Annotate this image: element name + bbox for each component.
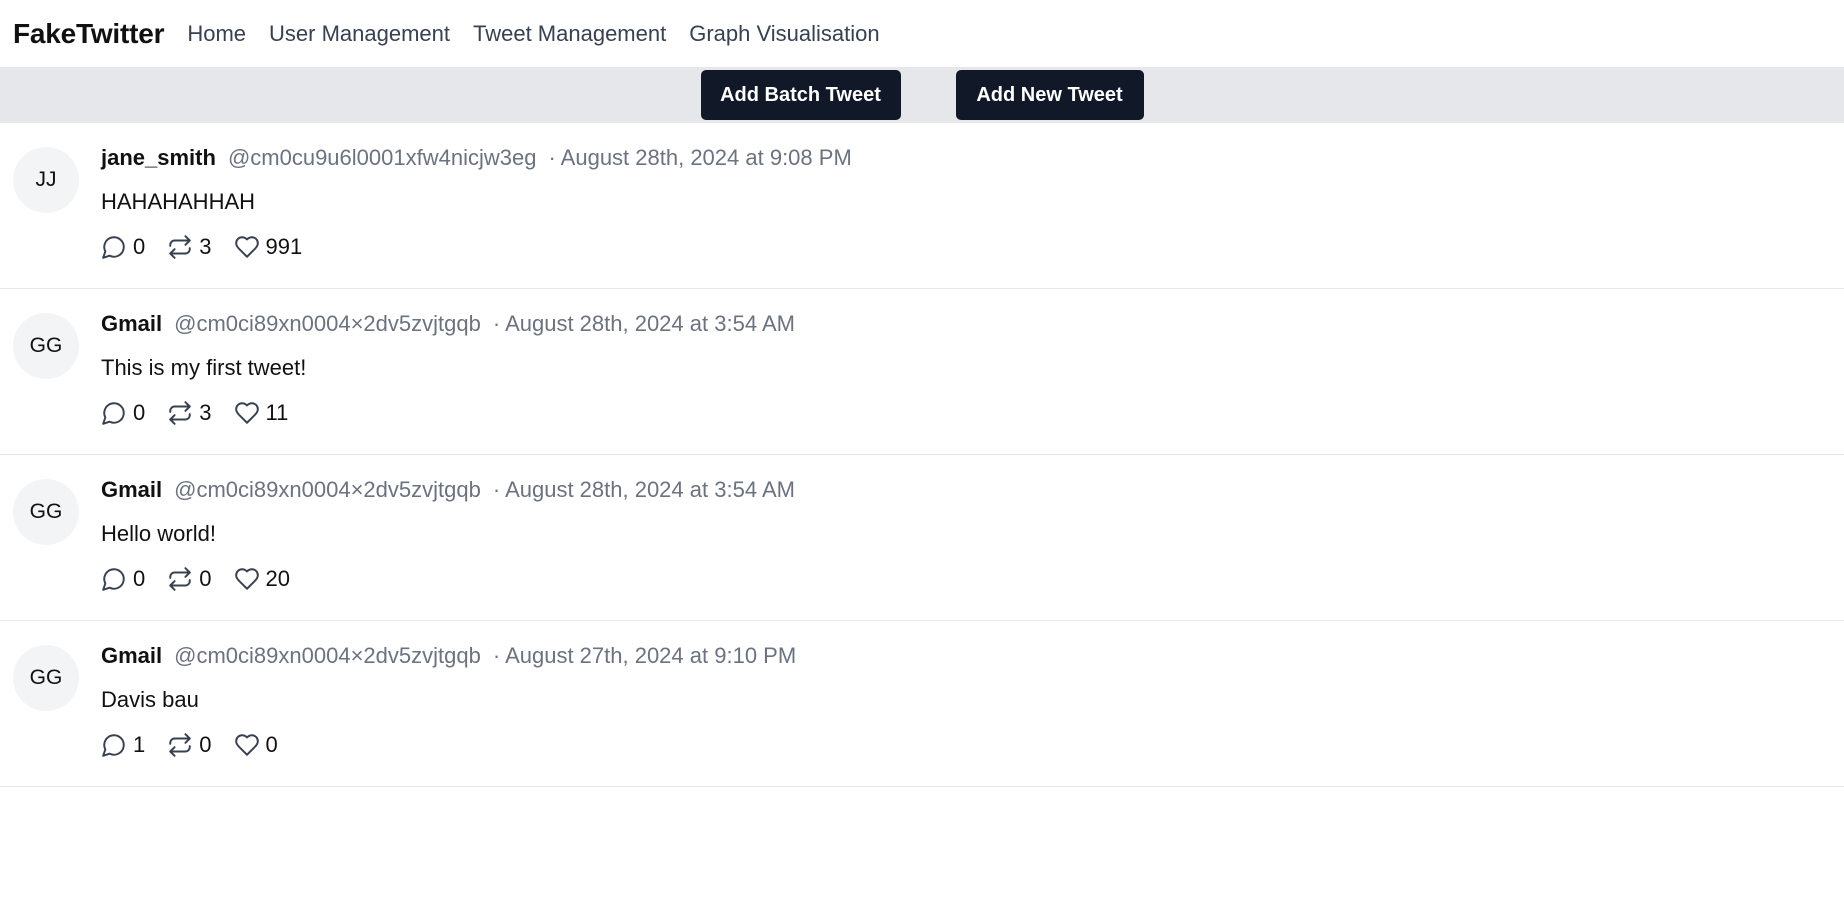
tweet-username[interactable]: Gmail	[101, 643, 162, 669]
reply-button[interactable]: 0	[101, 566, 145, 592]
tweet-stats: 0 3 991	[101, 232, 1824, 262]
tweet-stats: 0 3 11	[101, 398, 1824, 428]
tweet-feed: JJ jane_smith @cm0cu9u6l0001xfw4nicjw3eg…	[0, 123, 1844, 787]
like-button[interactable]: 0	[234, 732, 278, 758]
retweet-button[interactable]: 3	[167, 234, 212, 260]
reply-count: 0	[133, 400, 146, 425]
tweet-content: This is my first tweet!	[101, 355, 307, 380]
tweet-body: Gmail @cm0ci89xn0004×2dv5zvjtgqb · Augus…	[101, 643, 1824, 760]
heart-icon	[234, 734, 259, 756]
speech-bubble-icon	[102, 734, 125, 757]
retweet-button[interactable]: 0	[167, 732, 212, 758]
tweet-username[interactable]: Gmail	[101, 311, 162, 337]
top-navbar: FakeTwitter Home User Management Tweet M…	[0, 0, 1844, 67]
like-count: 0	[265, 732, 278, 757]
retweet-arrows-icon	[169, 401, 191, 425]
nav-link-graph-visualisation[interactable]: Graph Visualisation	[689, 21, 879, 47]
tweet-username[interactable]: jane_smith	[101, 145, 216, 171]
like-button[interactable]: 991	[234, 234, 303, 260]
tweet-header: Gmail @cm0ci89xn0004×2dv5zvjtgqb · Augus…	[101, 477, 1824, 507]
tweet-header: Gmail @cm0ci89xn0004×2dv5zvjtgqb · Augus…	[101, 311, 1824, 341]
tweet-header: Gmail @cm0ci89xn0004×2dv5zvjtgqb · Augus…	[101, 643, 1824, 673]
avatar[interactable]: GG	[13, 645, 79, 711]
avatar[interactable]: GG	[13, 313, 79, 379]
reply-button[interactable]: 0	[101, 234, 145, 260]
tweet-content: Hello world!	[101, 521, 216, 546]
avatar[interactable]: GG	[13, 479, 79, 545]
action-bar: Add Batch Tweet Add New Tweet	[0, 67, 1844, 123]
brand-logo-text[interactable]: FakeTwitter	[13, 18, 165, 50]
retweet-count: 3	[199, 234, 212, 259]
nav-link-user-management[interactable]: User Management	[269, 21, 450, 47]
retweet-count: 0	[199, 566, 212, 591]
avatar[interactable]: JJ	[13, 147, 79, 213]
tweet-body: jane_smith @cm0cu9u6l0001xfw4nicjw3eg · …	[101, 145, 1824, 262]
tweet-stats: 0 0 20	[101, 564, 1824, 594]
tweet-content: HAHAHAHHAH	[101, 189, 256, 214]
add-batch-tweet-button[interactable]: Add Batch Tweet	[700, 70, 901, 120]
tweet-header: jane_smith @cm0cu9u6l0001xfw4nicjw3eg · …	[101, 145, 1824, 175]
like-count: 991	[265, 234, 303, 259]
tweet-item: JJ jane_smith @cm0cu9u6l0001xfw4nicjw3eg…	[0, 123, 1844, 289]
like-count: 11	[265, 400, 289, 425]
reply-button[interactable]: 1	[101, 732, 145, 758]
tweet-stats: 1 0 0	[101, 730, 1824, 760]
tweet-body: Gmail @cm0ci89xn0004×2dv5zvjtgqb · Augus…	[101, 477, 1824, 594]
speech-bubble-icon	[102, 402, 125, 425]
tweet-timestamp: · August 28th, 2024 at 3:54 AM	[492, 477, 795, 502]
reply-count: 1	[133, 732, 146, 757]
tweet-handle: @cm0cu9u6l0001xfw4nicjw3eg	[227, 145, 537, 170]
tweet-item: GG Gmail @cm0ci89xn0004×2dv5zvjtgqb · Au…	[0, 621, 1844, 787]
retweet-arrows-icon	[169, 567, 191, 591]
tweet-item: GG Gmail @cm0ci89xn0004×2dv5zvjtgqb · Au…	[0, 455, 1844, 621]
retweet-count: 0	[199, 732, 212, 757]
tweet-body: Gmail @cm0ci89xn0004×2dv5zvjtgqb · Augus…	[101, 311, 1824, 428]
tweet-timestamp: · August 28th, 2024 at 3:54 AM	[492, 311, 795, 336]
tweet-content: Davis bau	[101, 687, 199, 712]
heart-icon	[234, 236, 259, 258]
reply-count: 0	[133, 566, 146, 591]
tweet-timestamp: · August 28th, 2024 at 9:08 PM	[548, 145, 852, 170]
retweet-arrows-icon	[169, 235, 191, 259]
add-new-tweet-button[interactable]: Add New Tweet	[955, 70, 1144, 120]
tweet-timestamp: · August 27th, 2024 at 9:10 PM	[492, 643, 797, 668]
speech-bubble-icon	[102, 568, 125, 591]
tweet-handle: @cm0ci89xn0004×2dv5zvjtgqb	[174, 477, 481, 502]
tweet-handle: @cm0ci89xn0004×2dv5zvjtgqb	[174, 643, 481, 668]
heart-icon	[234, 568, 259, 590]
like-button[interactable]: 11	[234, 400, 289, 426]
like-count: 20	[265, 566, 290, 591]
nav-link-home[interactable]: Home	[187, 21, 246, 47]
heart-icon	[234, 402, 259, 424]
tweet-username[interactable]: Gmail	[101, 477, 162, 503]
retweet-button[interactable]: 3	[167, 400, 212, 426]
speech-bubble-icon	[102, 236, 125, 259]
retweet-button[interactable]: 0	[167, 566, 212, 592]
nav-link-tweet-management[interactable]: Tweet Management	[473, 21, 666, 47]
reply-count: 0	[133, 234, 146, 259]
tweet-item: GG Gmail @cm0ci89xn0004×2dv5zvjtgqb · Au…	[0, 289, 1844, 455]
reply-button[interactable]: 0	[101, 400, 145, 426]
tweet-handle: @cm0ci89xn0004×2dv5zvjtgqb	[174, 311, 481, 336]
retweet-arrows-icon	[169, 733, 191, 757]
like-button[interactable]: 20	[234, 566, 290, 592]
retweet-count: 3	[199, 400, 212, 425]
